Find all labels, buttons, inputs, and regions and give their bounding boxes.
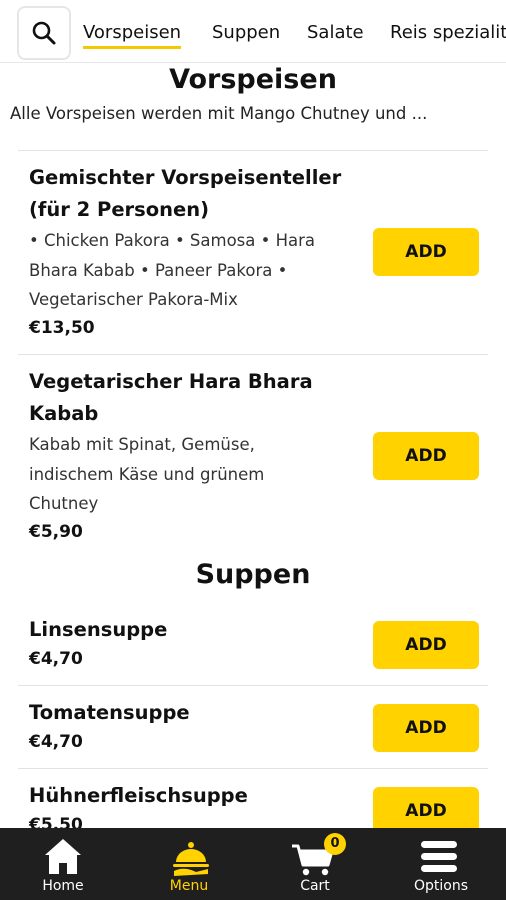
tab-reis-spezialitaeten[interactable]: Reis spezialitäten — [390, 22, 506, 43]
divider — [18, 768, 488, 769]
item-description: • Chicken Pakora • Samosa • Hara Bhara K… — [29, 231, 316, 309]
item-price: €5,90 — [29, 522, 83, 542]
nav-cart[interactable]: 0 Cart — [252, 828, 378, 900]
item-price: €5,50 — [29, 815, 83, 828]
nav-options[interactable]: Options — [378, 828, 504, 900]
tab-salate[interactable]: Salate — [307, 22, 364, 43]
tab-suppen[interactable]: Suppen — [212, 22, 280, 43]
item-description: Kabab mit Spinat, Gemüse, indischem Käse… — [29, 435, 265, 513]
item-name: Gemischter Vorspeisenteller (für 2 Perso… — [29, 166, 342, 221]
cart-icon — [292, 844, 334, 876]
section-title-vorspeisen: Vorspeisen — [169, 64, 337, 95]
divider — [18, 354, 488, 355]
search-icon — [32, 21, 56, 45]
nav-label: Menu — [169, 878, 209, 894]
category-tab-bar: Vorspeisen Suppen Salate Reis spezialitä… — [0, 0, 506, 63]
item-price: €4,70 — [29, 732, 83, 752]
divider — [18, 685, 488, 686]
home-icon — [45, 839, 81, 874]
nav-menu[interactable]: Menu — [126, 828, 252, 900]
add-button[interactable]: ADD — [373, 704, 479, 752]
nav-label: Cart — [300, 878, 330, 894]
cart-count-badge: 0 — [324, 833, 346, 855]
item-name: Hühnerfleischsuppe — [29, 784, 248, 807]
section-description: Alle Vorspeisen werden mit Mango Chutney… — [10, 104, 428, 123]
nav-label: Options — [413, 878, 469, 894]
menu-list[interactable]: Vorspeisen Alle Vorspeisen werden mit Ma… — [0, 62, 506, 828]
add-button[interactable]: ADD — [373, 228, 479, 276]
add-button[interactable]: ADD — [373, 621, 479, 669]
search-button[interactable] — [17, 6, 71, 60]
divider — [18, 150, 488, 151]
add-button[interactable]: ADD — [373, 787, 479, 828]
menu-cloche-icon — [173, 842, 209, 876]
item-price: €4,70 — [29, 649, 83, 669]
item-price: €13,50 — [29, 318, 95, 338]
add-button[interactable]: ADD — [373, 432, 479, 480]
nav-label: Home — [42, 878, 84, 894]
item-name: Linsensuppe — [29, 618, 168, 641]
nav-home[interactable]: Home — [0, 828, 126, 900]
bottom-navigation: Home Menu 0 Cart Options — [0, 828, 506, 900]
tab-vorspeisen[interactable]: Vorspeisen — [83, 22, 182, 49]
section-title-suppen: Suppen — [195, 559, 311, 590]
item-name: Vegetarischer Hara Bhara Kabab — [29, 370, 313, 425]
hamburger-icon — [421, 841, 457, 872]
item-name: Tomatensuppe — [29, 701, 190, 724]
